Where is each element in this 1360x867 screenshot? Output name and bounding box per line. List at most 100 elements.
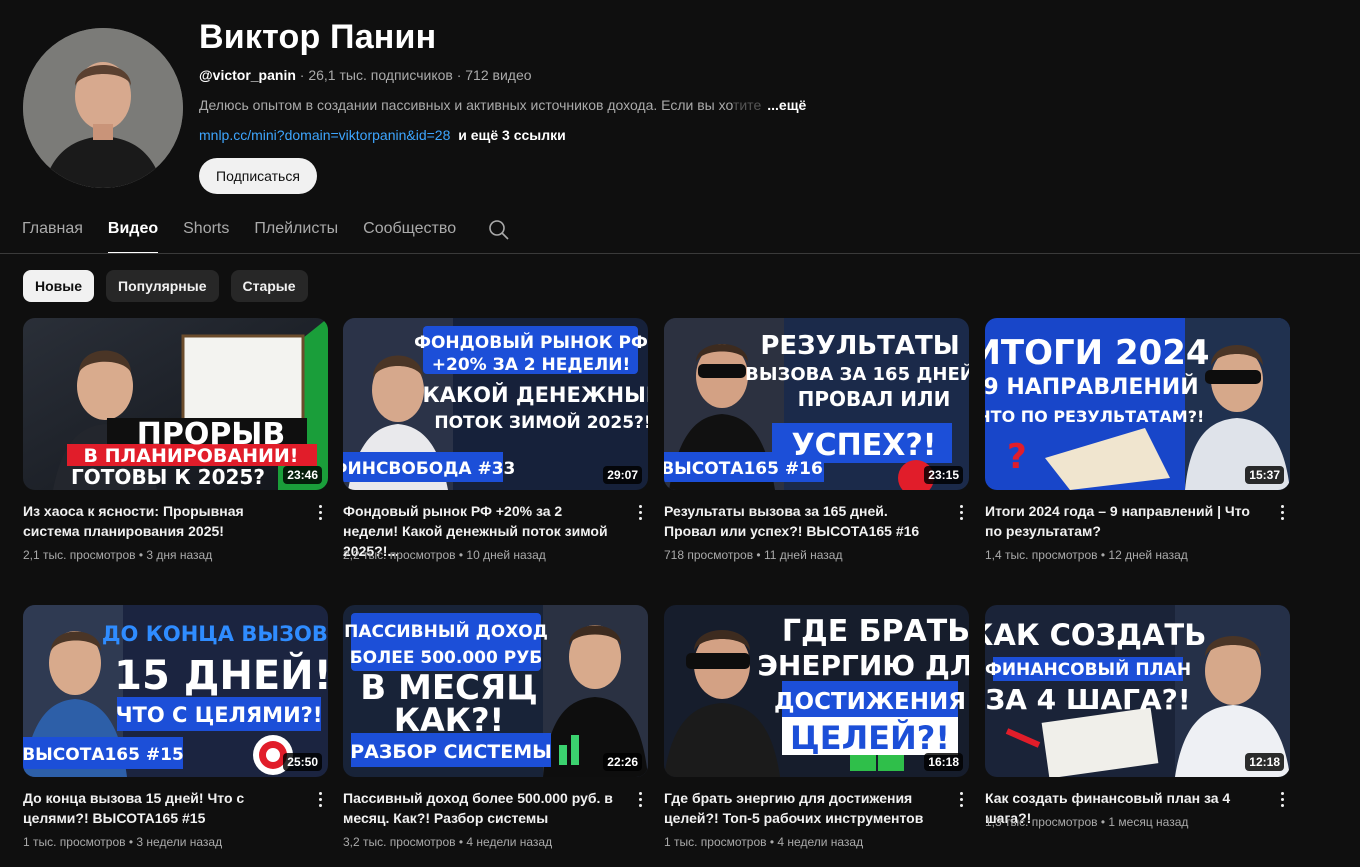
duration-badge: 23:46 [283,466,322,484]
thumb-text: ПРОВАЛ ИЛИ [798,387,951,411]
thumb-text: +20% ЗА 2 НЕДЕЛИ! [432,355,630,375]
video-title[interactable]: Из хаоса к ясности: Прорывная система пл… [23,501,295,541]
more-options-icon[interactable] [1274,502,1290,522]
video-title[interactable]: Итоги 2024 года – 9 направлений | Что по… [985,501,1257,541]
duration-badge: 29:07 [603,466,642,484]
upload-age: 1 месяц назад [1108,815,1189,829]
duration-badge: 22:26 [603,753,642,771]
video-thumbnail[interactable]: ПРОРЫВ В ПЛАНИРОВАНИИ! ГОТОВЫ К 2025? 23… [23,318,328,490]
upload-age: 11 дней назад [763,548,843,562]
channel-links: mnlp.cc/mini?domain=viktorpanin&id=28 и … [199,127,566,143]
upload-age: 3 недели назад [136,835,223,849]
video-title[interactable]: До конца вызова 15 дней! Что с целями?! … [23,788,295,828]
tab-playlists[interactable]: Плейлисты [254,208,338,252]
video-card[interactable]: ПРОРЫВ В ПЛАНИРОВАНИИ! ГОТОВЫ К 2025? 23… [23,318,328,562]
tab-shorts[interactable]: Shorts [183,208,229,252]
channel-handle: @victor_panin [199,67,296,83]
subscribe-button[interactable]: Подписаться [199,158,317,194]
thumb-text: КАК СОЗДАТЬ [985,618,1206,652]
tabs-divider [0,253,1360,254]
video-meta: 3,2 тыс. просмотров • 4 недели назад [343,835,553,849]
channel-avatar[interactable] [23,28,183,188]
more-options-icon[interactable] [632,502,648,522]
chip-old[interactable]: Старые [230,270,308,302]
view-count: 1,4 тыс. просмотров [985,548,1098,562]
video-title[interactable]: Пассивный доход более 500.000 руб. в мес… [343,788,615,828]
video-thumbnail[interactable]: ДО КОНЦА ВЫЗОВА 15 ДНЕЙ! ЧТО С ЦЕЛЯМИ?! … [23,605,328,777]
video-card[interactable]: ПАССИВНЫЙ ДОХОД БОЛЕЕ 500.000 РУБ В МЕСЯ… [343,605,648,849]
thumb-text: ПАССИВНЫЙ ДОХОД [344,620,548,642]
video-thumbnail[interactable]: ПАССИВНЫЙ ДОХОД БОЛЕЕ 500.000 РУБ В МЕСЯ… [343,605,648,777]
thumb-text: ВЫЗОВА ЗА 165 ДНЕЙ [745,363,969,385]
thumb-text: ЧТО С ЦЕЛЯМИ?! [116,703,323,727]
view-count: 2,1 тыс. просмотров [23,548,136,562]
thumb-text: КАКОЙ ДЕНЕЖНЫЙ [423,382,648,407]
thumb-text: В ПЛАНИРОВАНИИ! [84,445,299,467]
thumb-text: ДО КОНЦА ВЫЗОВА [102,622,328,646]
view-count: 1 тыс. просмотров [664,835,767,849]
upload-age: 4 недели назад [466,835,553,849]
description-more-button[interactable]: ...ещё [767,97,806,113]
video-card[interactable]: ФОНДОВЫЙ РЫНОК РФ +20% ЗА 2 НЕДЕЛИ! КАКО… [343,318,648,562]
thumb-text: ЭНЕРГИЮ ДЛЯ [757,649,969,682]
description-fade: тите [732,97,762,113]
thumb-text: ФИНСВОБОДА #33 [343,459,515,479]
more-options-icon[interactable] [312,789,328,809]
channel-name: Виктор Панин [199,18,437,56]
video-title[interactable]: Где брать энергию для достижения целей?!… [664,788,936,828]
thumb-text: БОЛЕЕ 500.000 РУБ [350,648,543,668]
thumb-text: ВЫСОТА165 #15 [23,745,184,765]
more-options-icon[interactable] [632,789,648,809]
thumb-text: ФИНАНСОВЫЙ ПЛАН [985,658,1191,680]
thumb-text: ГОТОВЫ К 2025? [71,465,265,489]
video-meta: 2,1 тыс. просмотров • 3 дня назад [23,548,213,562]
video-thumbnail[interactable]: КАК СОЗДАТЬ ФИНАНСОВЫЙ ПЛАН ЗА 4 ШАГА?! … [985,605,1290,777]
view-count: 1 тыс. просмотров [23,835,126,849]
channel-meta: @victor_panin · 26,1 тыс. подписчиков · … [199,67,532,83]
thumb-text: ПОТОК ЗИМОЙ 2025?! [434,411,648,433]
description-text: Делюсь опытом в создании пассивных и акт… [199,97,733,113]
video-meta: 1,3 тыс. просмотров • 1 месяц назад [985,815,1189,829]
thumb-text: ЦЕЛЕЙ?! [790,719,950,757]
more-options-icon[interactable] [1274,789,1290,809]
video-thumbnail[interactable]: ФОНДОВЫЙ РЫНОК РФ +20% ЗА 2 НЕДЕЛИ! КАКО… [343,318,648,490]
channel-description[interactable]: Делюсь опытом в создании пассивных и акт… [199,97,806,113]
video-card[interactable]: ГДЕ БРАТЬ ЭНЕРГИЮ ДЛЯ ДОСТИЖЕНИЯ ЦЕЛЕЙ?!… [664,605,969,849]
video-card[interactable]: РЕЗУЛЬТАТЫ ВЫЗОВА ЗА 165 ДНЕЙ ПРОВАЛ ИЛИ… [664,318,969,562]
tab-videos[interactable]: Видео [107,208,159,254]
thumb-text: 9 НАПРАВЛЕНИЙ [985,374,1199,400]
view-count: 3,2 тыс. просмотров [343,835,456,849]
thumb-text: УСПЕХ?! [792,428,937,463]
more-links-button[interactable]: и ещё 3 ссылки [458,127,565,143]
chip-popular[interactable]: Популярные [106,270,219,302]
search-icon[interactable] [488,219,510,241]
thumb-text: ИТОГИ 2024 [985,333,1210,373]
sort-chips: Новые Популярные Старые [23,270,320,302]
video-meta: 1 тыс. просмотров • 4 недели назад [664,835,864,849]
video-card[interactable]: КАК СОЗДАТЬ ФИНАНСОВЫЙ ПЛАН ЗА 4 ШАГА?! … [985,605,1290,829]
view-count: 1,3 тыс. просмотров [985,815,1098,829]
video-thumbnail[interactable]: РЕЗУЛЬТАТЫ ВЫЗОВА ЗА 165 ДНЕЙ ПРОВАЛ ИЛИ… [664,318,969,490]
upload-age: 10 дней назад [466,548,546,562]
thumb-text: 15 ДНЕЙ! [114,651,328,699]
video-meta: 1,4 тыс. просмотров • 12 дней назад [985,548,1188,562]
tab-home[interactable]: Главная [22,208,83,252]
video-card[interactable]: ДО КОНЦА ВЫЗОВА 15 ДНЕЙ! ЧТО С ЦЕЛЯМИ?! … [23,605,328,849]
channel-link[interactable]: mnlp.cc/mini?domain=viktorpanin&id=28 [199,127,450,143]
more-options-icon[interactable] [953,502,969,522]
more-options-icon[interactable] [312,502,328,522]
thumb-text: ДОСТИЖЕНИЯ [774,689,966,715]
video-thumbnail[interactable]: ? ИТОГИ 2024 9 НАПРАВЛЕНИЙ ЧТО ПО РЕЗУЛЬ… [985,318,1290,490]
upload-age: 3 дня назад [146,548,213,562]
view-count: 2,2 тыс. просмотров [343,548,456,562]
tab-community[interactable]: Сообщество [363,208,456,252]
video-thumbnail[interactable]: ГДЕ БРАТЬ ЭНЕРГИЮ ДЛЯ ДОСТИЖЕНИЯ ЦЕЛЕЙ?!… [664,605,969,777]
upload-age: 12 дней назад [1108,548,1188,562]
video-card[interactable]: ? ИТОГИ 2024 9 НАПРАВЛЕНИЙ ЧТО ПО РЕЗУЛЬ… [985,318,1290,562]
thumb-text: ГДЕ БРАТЬ [782,614,969,649]
duration-badge: 12:18 [1245,753,1284,771]
thumb-text: ФОНДОВЫЙ РЫНОК РФ [414,331,648,353]
more-options-icon[interactable] [953,789,969,809]
chip-new[interactable]: Новые [23,270,95,302]
video-title[interactable]: Результаты вызова за 165 дней. Провал ил… [664,501,936,541]
